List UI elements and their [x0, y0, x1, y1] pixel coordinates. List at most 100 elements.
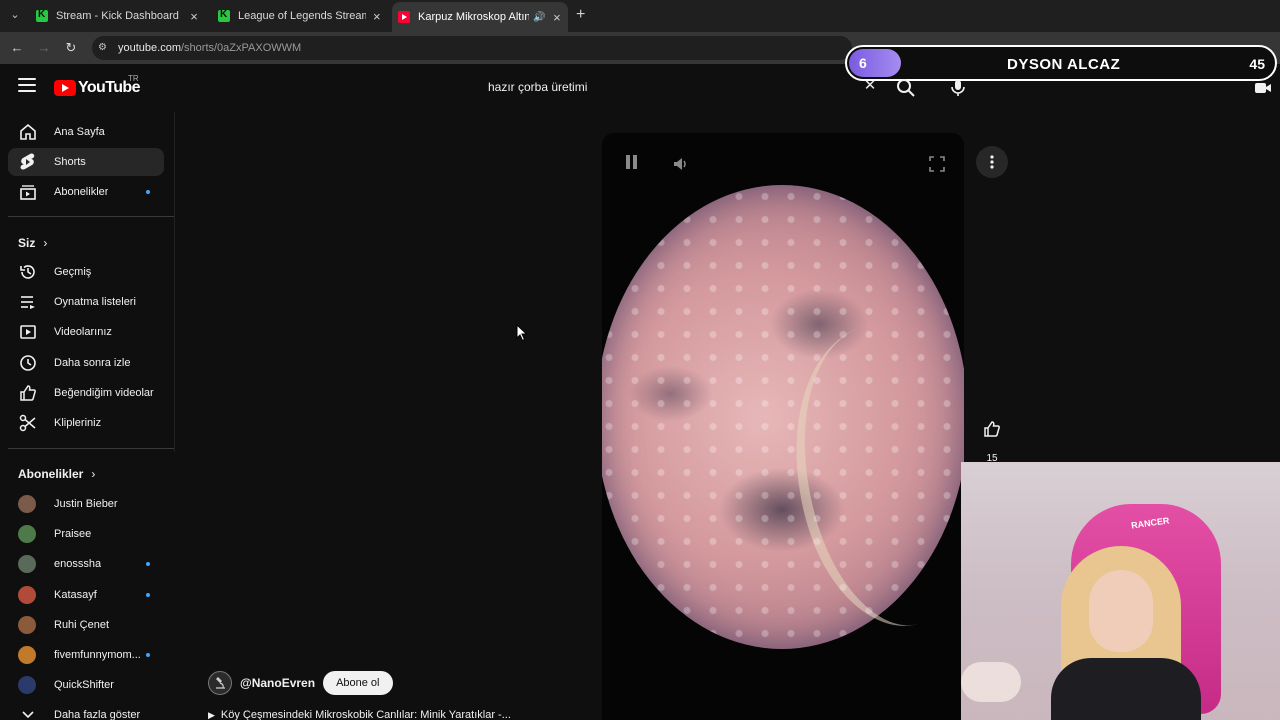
clear-search-icon[interactable]: ✕ [862, 78, 878, 94]
avatar [18, 586, 36, 604]
sidebar-item-label: Ana Sayfa [54, 126, 105, 138]
shorts-video-player[interactable] [602, 133, 964, 720]
channel-name[interactable]: @NanoEvren [240, 676, 315, 690]
search-input[interactable] [476, 72, 892, 102]
pause-icon[interactable] [626, 155, 640, 171]
sidebar-item-label: Beğendiğim videolar [54, 387, 154, 399]
history-icon [18, 262, 38, 282]
sidebar-channel-praisee[interactable]: Praisee [8, 520, 164, 548]
sidebar-item-playlists[interactable]: Oynatma listeleri [8, 288, 164, 316]
sidebar-item-label: Katasayf [54, 589, 97, 601]
sidebar-item-history[interactable]: Geçmiş [8, 258, 164, 286]
subscribe-button[interactable]: Abone ol [323, 671, 393, 695]
avatar [18, 616, 36, 634]
sidebar-item-your-videos[interactable]: Videolarınız [8, 318, 164, 346]
liked-icon [18, 383, 38, 403]
sidebar-channel-ruhi-cenet[interactable]: Ruhi Çenet [8, 611, 164, 639]
kick-icon [36, 9, 48, 22]
new-content-dot [146, 593, 150, 597]
like-button[interactable] [976, 415, 1008, 447]
home-icon [18, 122, 38, 142]
sidebar-item-watch-later[interactable]: Daha sonra izle [8, 349, 164, 377]
url-host: youtube.com [118, 42, 181, 54]
sidebar-item-subscriptions[interactable]: Abonelikler [8, 178, 164, 206]
mouse-cursor-icon [516, 323, 528, 342]
sidebar-channel-katasayf[interactable]: Katasayf [8, 581, 164, 609]
chevron-down-icon [18, 705, 38, 720]
search-icon[interactable] [896, 78, 916, 98]
your-videos-icon [18, 322, 38, 342]
sidebar-item-shorts[interactable]: Shorts [8, 148, 164, 176]
subscriptions-icon [18, 182, 38, 202]
hamburger-menu-icon[interactable] [18, 78, 36, 96]
video-title-row[interactable]: ▶ Köy Çeşmesindeki Mikroskobik Canlılar:… [208, 709, 511, 720]
address-bar[interactable]: ⚙ youtube.com/shorts/0aZxPAXOWWM [92, 36, 852, 60]
sidebar-divider [8, 216, 174, 217]
scissors-icon [18, 413, 38, 433]
watch-later-icon [18, 353, 38, 373]
forward-arrow-icon[interactable]: → [36, 40, 52, 56]
sidebar-item-label: Videolarınız [54, 326, 112, 338]
sidebar-subscriptions-header[interactable]: Abonelikler › [18, 467, 95, 481]
sidebar-channel-fivemfunnymom[interactable]: fivemfunnymom... [8, 641, 164, 669]
sidebar-item-clips[interactable]: Klipleriniz [8, 409, 164, 437]
tab-title: Stream - Kick Dashboard [56, 10, 179, 22]
play-triangle-icon: ▶ [208, 709, 215, 720]
shorts-icon [18, 152, 38, 172]
sidebar-item-home[interactable]: Ana Sayfa [8, 118, 164, 146]
search-box [476, 72, 892, 102]
sidebar-item-label: QuickShifter [54, 679, 114, 691]
tab-title: Karpuz Mikroskop Altında - [418, 11, 530, 23]
streamer-face [1089, 570, 1153, 652]
sidebar-item-label: Geçmiş [54, 266, 92, 278]
sidebar-channel-justin-bieber[interactable]: Justin Bieber [8, 490, 164, 518]
browser-tab-bar: ⌄ Stream - Kick Dashboard × League of Le… [0, 0, 1280, 32]
avatar [18, 646, 36, 664]
sidebar-item-label: Ruhi Çenet [54, 619, 110, 631]
video-title: Köy Çeşmesindeki Mikroskobik Canlılar: M… [220, 709, 511, 720]
streamer-body [1051, 658, 1201, 720]
new-tab-plus-icon[interactable]: + [576, 7, 585, 23]
sidebar-item-label: enosssha [54, 558, 102, 570]
tab-search-chevron-icon[interactable]: ⌄ [8, 8, 22, 22]
sidebar-show-more[interactable]: Daha fazla göster [8, 701, 164, 720]
sidebar-item-label: Oynatma listeleri [54, 296, 136, 308]
tab-league-streaming[interactable]: League of Legends Streaming × [212, 4, 388, 28]
tab-kick-dashboard[interactable]: Stream - Kick Dashboard × [30, 4, 206, 28]
playlists-icon [18, 292, 38, 312]
thumbs-up-icon [983, 420, 1001, 443]
avatar [18, 555, 36, 573]
new-content-dot [146, 653, 150, 657]
sidebar-divider [8, 448, 174, 449]
fullscreen-icon[interactable] [928, 155, 946, 173]
sidebar-channel-enosssha[interactable]: enosssha [8, 550, 164, 578]
microscope-icon[interactable] [208, 671, 232, 695]
url-text: youtube.com/shorts/0aZxPAXOWWM [118, 42, 301, 54]
volume-icon[interactable] [672, 155, 690, 173]
tab-youtube-short[interactable]: Karpuz Mikroskop Altında - 🔊 × [392, 2, 568, 32]
close-icon[interactable]: × [372, 9, 382, 24]
create-video-icon[interactable] [1254, 79, 1272, 97]
channel-row: @NanoEvren Abone ol [208, 670, 393, 696]
sidebar-item-liked-videos[interactable]: Beğendiğim videolar [8, 379, 164, 407]
youtube-play-icon [54, 80, 76, 96]
youtube-logo[interactable]: YouTube TR [54, 74, 140, 98]
sidebar-item-label: Praisee [54, 528, 92, 540]
region-code: TR [128, 74, 139, 83]
reload-icon[interactable]: ↻ [63, 40, 79, 56]
chevron-right-icon: › [43, 236, 48, 250]
sidebar-you-header[interactable]: Siz › [18, 236, 47, 250]
sidebar-channel-quickshifter[interactable]: QuickShifter [8, 671, 164, 699]
microphone-icon[interactable] [948, 78, 968, 98]
kick-icon [218, 9, 230, 22]
site-settings-icon[interactable]: ⚙ [98, 42, 110, 54]
sidebar-item-label: Abonelikler [54, 186, 109, 198]
chevron-right-icon: › [91, 467, 96, 481]
background-object [961, 662, 1021, 702]
close-icon[interactable]: × [552, 10, 562, 25]
close-icon[interactable]: × [188, 9, 200, 24]
sidebar-section-title: Siz [18, 236, 36, 250]
back-arrow-icon[interactable]: ← [9, 40, 25, 56]
speaker-icon[interactable]: 🔊 [533, 12, 545, 23]
more-options-icon[interactable] [976, 146, 1008, 178]
